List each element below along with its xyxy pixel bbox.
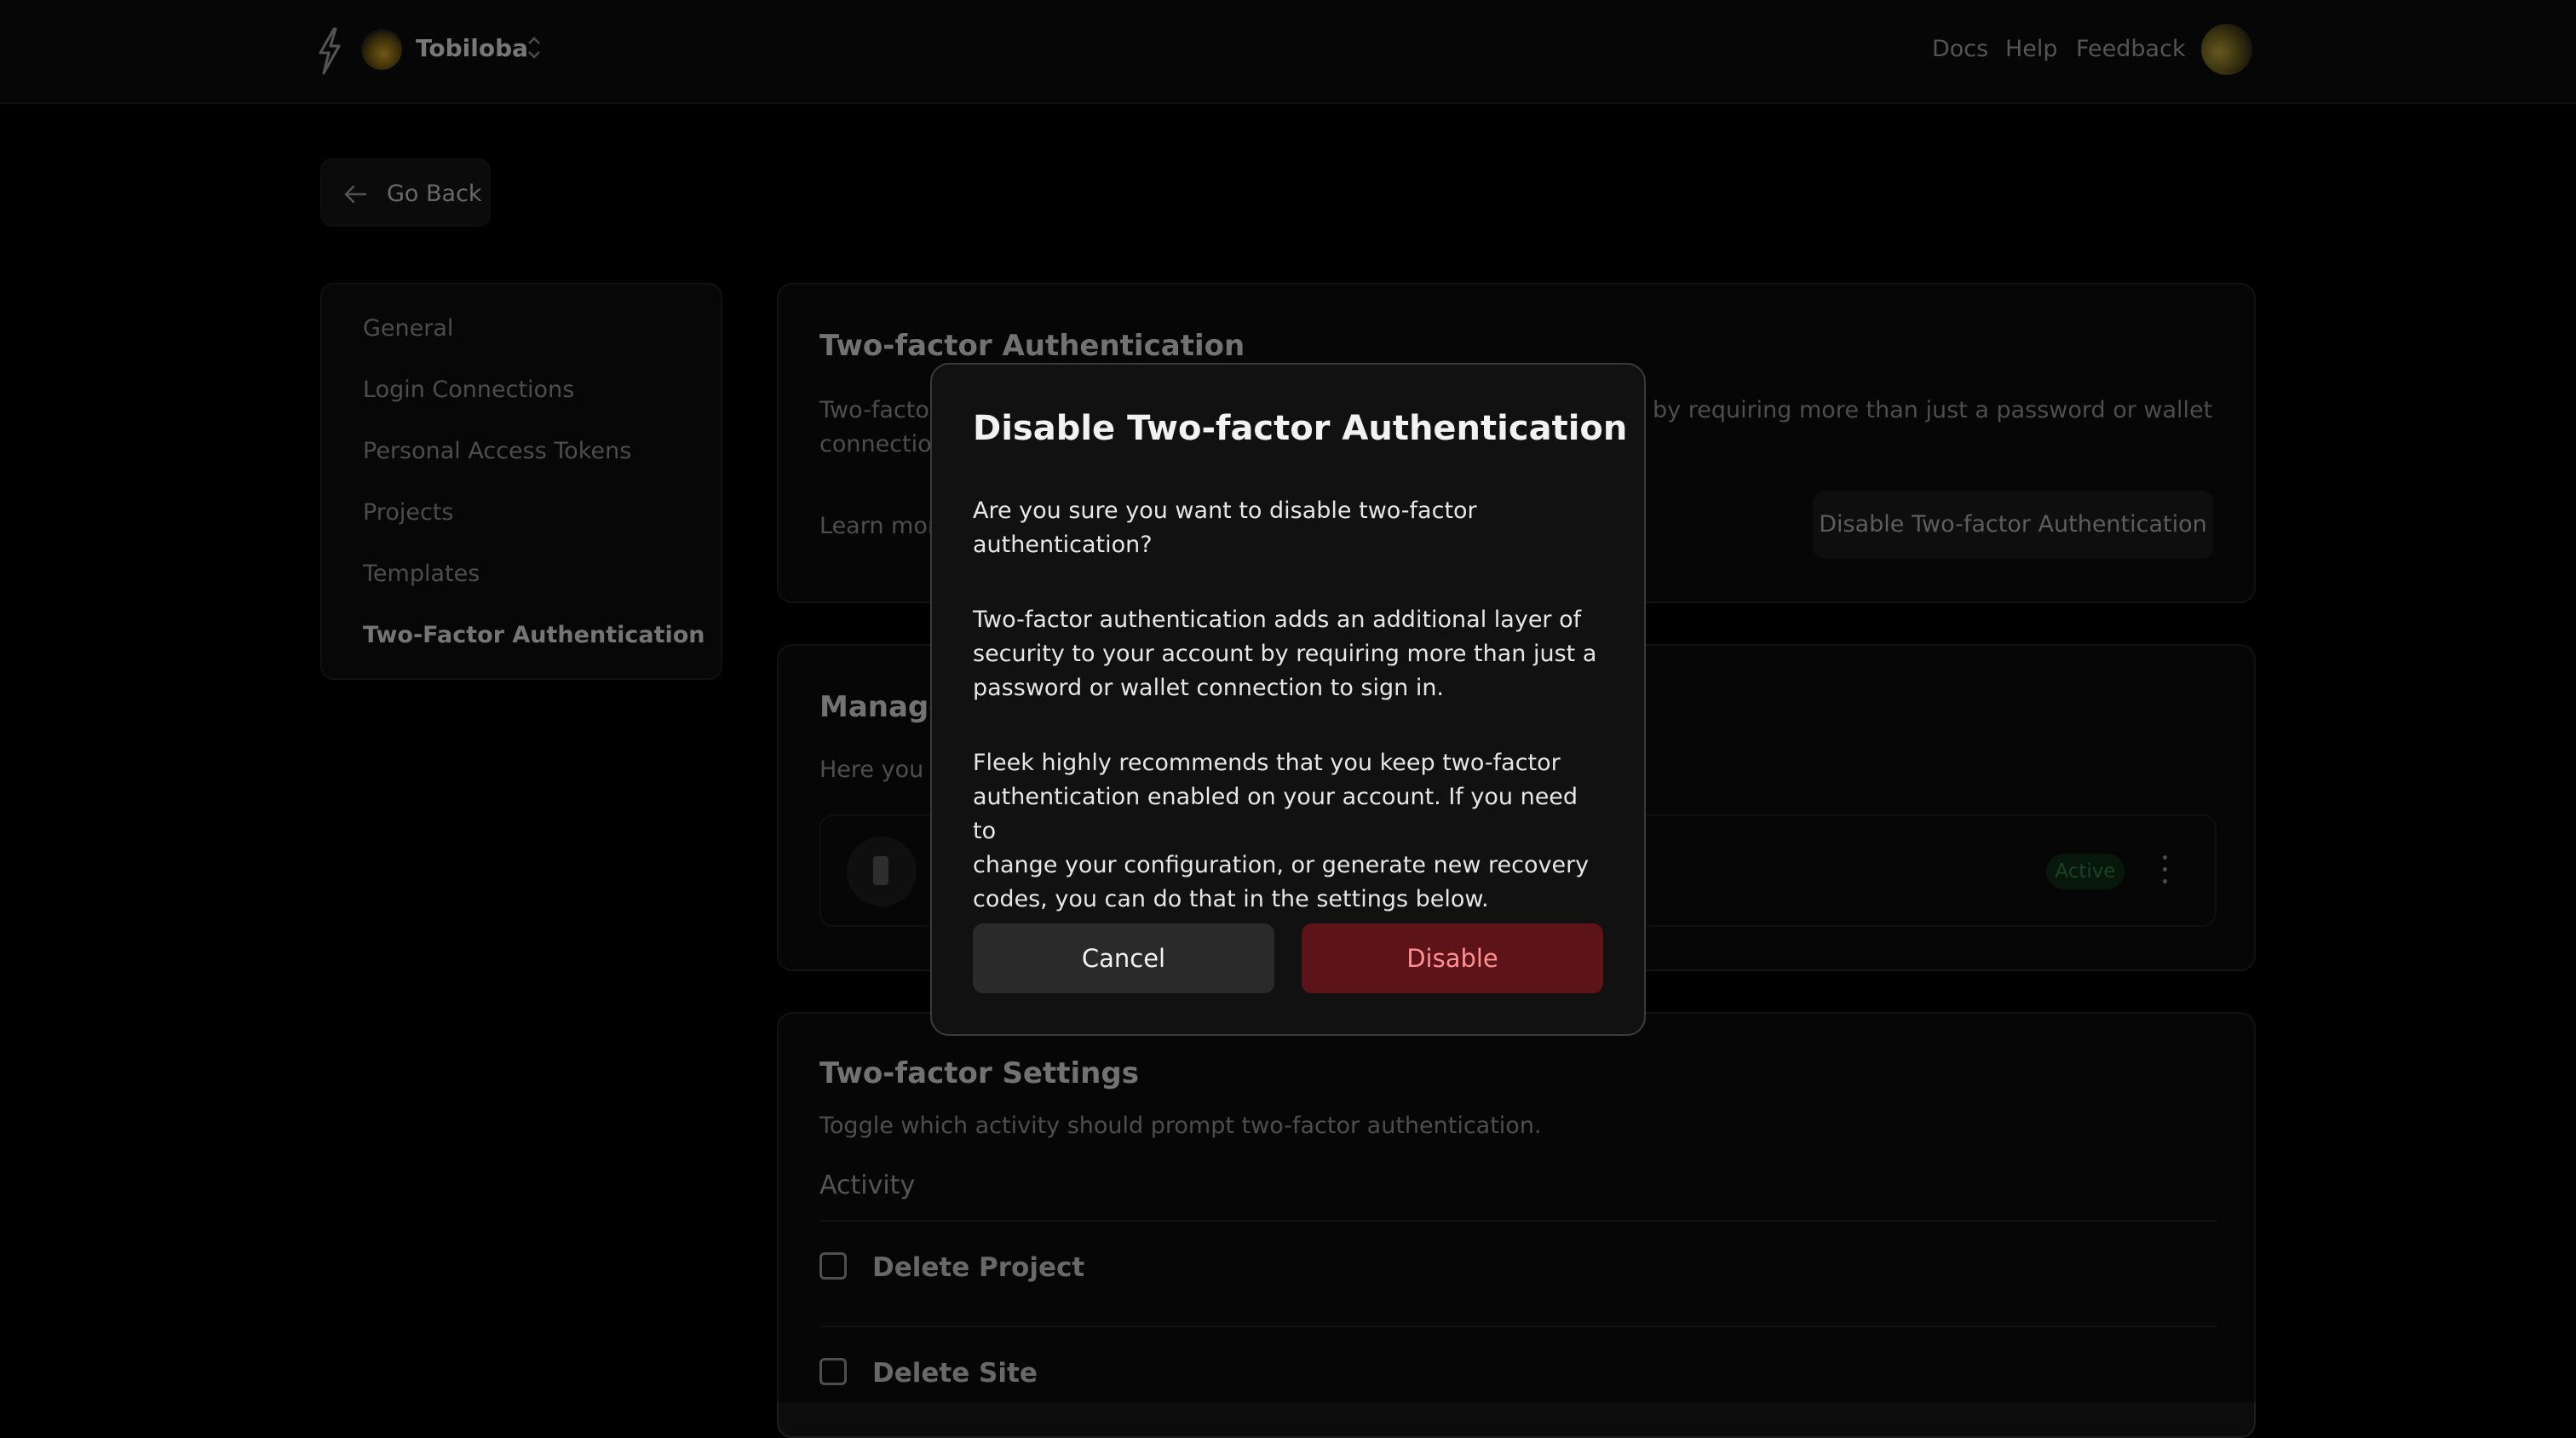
text-line: change your configuration, or generate n… <box>973 852 1590 878</box>
dialog-paragraph-info: Two-factor authentication adds an additi… <box>973 603 1603 705</box>
dialog-paragraph-recommendation: Fleek highly recommends that you keep tw… <box>973 746 1603 917</box>
text-line: Two-factor authentication adds an additi… <box>973 607 1582 633</box>
text-line: authentication? <box>973 532 1153 558</box>
text-line: password or wallet connection to sign in… <box>973 675 1445 701</box>
cancel-button[interactable]: Cancel <box>973 923 1274 993</box>
text-line: security to your account by requiring mo… <box>973 641 1597 667</box>
text-line: codes, you can do that in the settings b… <box>973 886 1489 912</box>
dialog-paragraph-confirm: Are you sure you want to disable two-fac… <box>973 494 1603 562</box>
text-line: Are you sure you want to disable two-fac… <box>973 498 1477 524</box>
dialog-title: Disable Two-factor Authentication <box>973 409 1628 448</box>
disable-two-factor-dialog: Disable Two-factor Authentication Are yo… <box>930 363 1646 1036</box>
text-line: authentication enabled on your account. … <box>973 784 1578 844</box>
disable-button[interactable]: Disable <box>1302 923 1603 993</box>
text-line: Fleek highly recommends that you keep tw… <box>973 750 1561 776</box>
